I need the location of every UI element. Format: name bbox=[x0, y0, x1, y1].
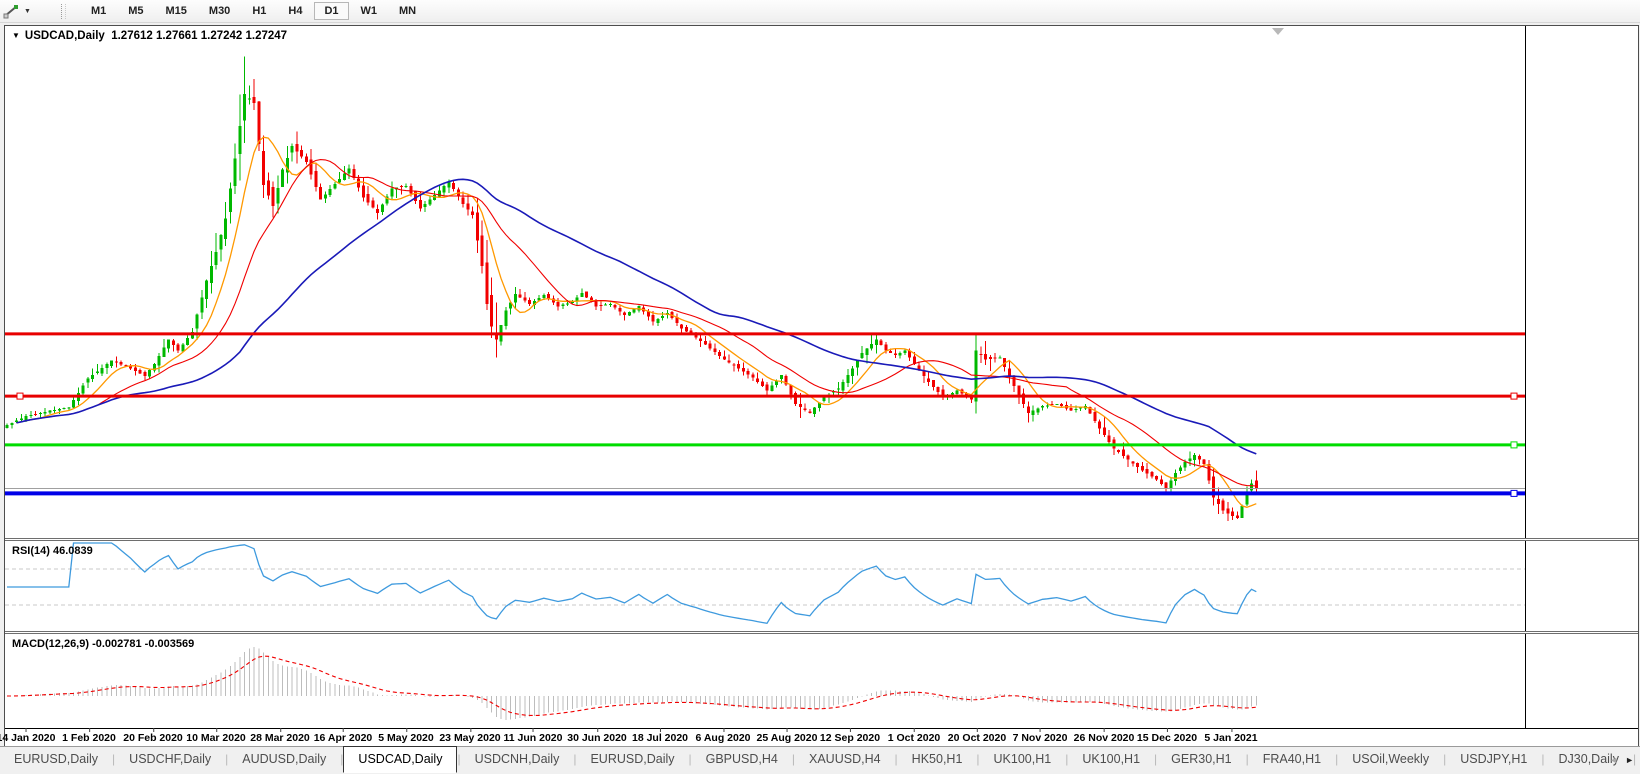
bottom-tab-usdchf-daily[interactable]: USDCHF,Daily bbox=[115, 747, 225, 773]
candles bbox=[6, 57, 1258, 521]
bottom-tab-eurusd-daily[interactable]: EURUSD,Daily bbox=[0, 747, 112, 773]
panel-resize-separator[interactable] bbox=[5, 538, 1638, 541]
date-label: 11 Jun 2020 bbox=[504, 732, 563, 744]
date-axis: 14 Jan 20201 Feb 202020 Feb 202010 Mar 2… bbox=[5, 728, 1638, 746]
date-label: 7 Nov 2020 bbox=[1013, 732, 1068, 744]
main-chart-canvas[interactable] bbox=[5, 26, 1525, 538]
macd-signal-line bbox=[7, 656, 1256, 715]
macd-panel-canvas[interactable] bbox=[5, 634, 1525, 728]
bottom-tab-usdcad-daily[interactable]: USDCAD,Daily bbox=[343, 746, 457, 773]
line-handle bbox=[1511, 442, 1517, 448]
bottom-tab-audusd-daily[interactable]: AUDUSD,Daily bbox=[228, 747, 340, 773]
bottom-tab-usdjpy-h1[interactable]: USDJPY,H1 bbox=[1446, 747, 1541, 773]
bottom-tab-uk100-h1[interactable]: UK100,H1 bbox=[980, 747, 1066, 773]
price-axis: 1.472001.457601.443601.429201.415201.400… bbox=[1525, 26, 1638, 746]
bottom-tab-hk50-h1[interactable]: HK50,H1 bbox=[898, 747, 977, 773]
timeframe-button-mn[interactable]: MN bbox=[389, 2, 426, 20]
rsi-indicator-label: RSI(14) 46.0839 bbox=[12, 545, 93, 557]
date-label: 16 Apr 2020 bbox=[314, 732, 373, 744]
chart-title: ▼ USDCAD,Daily 1.27612 1.27661 1.27242 1.… bbox=[12, 30, 287, 42]
bottom-tab-usoil-weekly[interactable]: USOil,Weekly bbox=[1338, 747, 1443, 773]
date-label: 30 Jun 2020 bbox=[567, 732, 627, 744]
line-handle bbox=[1511, 490, 1517, 496]
moving-average-20 bbox=[17, 160, 1257, 486]
date-label: 12 Sep 2020 bbox=[820, 732, 880, 744]
horizontal-line-1.31405[interactable] bbox=[5, 393, 1525, 399]
bottom-tab-gbpusd-h4[interactable]: GBPUSD,H4 bbox=[692, 747, 792, 773]
tab-scroll-arrows: ◄► bbox=[1609, 747, 1634, 774]
date-label: 15 Dec 2020 bbox=[1137, 732, 1197, 744]
date-label: 26 Nov 2020 bbox=[1074, 732, 1135, 744]
collapse-triangle-icon[interactable]: ▼ bbox=[12, 31, 20, 40]
chart-shift-marker-icon bbox=[1272, 28, 1284, 35]
rsi-line bbox=[7, 543, 1256, 623]
horizontal-line-1.27027[interactable] bbox=[5, 490, 1525, 496]
date-label: 5 May 2020 bbox=[378, 732, 433, 744]
timeframe-button-m30[interactable]: M30 bbox=[199, 2, 240, 20]
horizontal-line-1.29208[interactable] bbox=[5, 442, 1525, 448]
bottom-tab-uk100-h1[interactable]: UK100,H1 bbox=[1068, 747, 1154, 773]
chart-window: ▼ USDCAD,Daily 1.27612 1.27661 1.27242 1.… bbox=[4, 25, 1639, 746]
timeframe-button-w1[interactable]: W1 bbox=[351, 2, 388, 20]
trendline-tool-icon[interactable] bbox=[2, 3, 22, 20]
bottom-tab-ger30-h1[interactable]: GER30,H1 bbox=[1157, 747, 1245, 773]
panel-resize-separator[interactable] bbox=[5, 631, 1638, 634]
top-toolbar: ▼ M1M5M15M30H1H4D1W1MN bbox=[0, 0, 1640, 23]
date-label: 20 Oct 2020 bbox=[948, 732, 1006, 744]
timeframe-button-m1[interactable]: M1 bbox=[81, 2, 116, 20]
chart-symbol-label: USDCAD,Daily bbox=[25, 30, 105, 42]
timeframe-button-m15[interactable]: M15 bbox=[156, 2, 197, 20]
date-label: 18 Jul 2020 bbox=[632, 732, 688, 744]
date-label: 1 Oct 2020 bbox=[888, 732, 941, 744]
date-label: 5 Jan 2021 bbox=[1204, 732, 1257, 744]
timeframe-button-d1[interactable]: D1 bbox=[314, 2, 348, 20]
dropdown-caret-icon[interactable]: ▼ bbox=[24, 8, 31, 15]
moving-average-50 bbox=[17, 179, 1257, 454]
timeframe-buttons: M1M5M15M30H1H4D1W1MN bbox=[80, 2, 427, 20]
bottom-tab-xauusd-h4[interactable]: XAUUSD,H4 bbox=[795, 747, 895, 773]
bottom-tab-fra40-h1[interactable]: FRA40,H1 bbox=[1249, 747, 1335, 773]
bottom-tab-china300-h1[interactable]: CHINA300,H1 bbox=[1636, 747, 1640, 773]
date-label: 14 Jan 2020 bbox=[0, 732, 55, 744]
date-label: 25 Aug 2020 bbox=[757, 732, 818, 744]
bottom-tab-usdcnh-daily[interactable]: USDCNH,Daily bbox=[461, 747, 574, 773]
line-handle bbox=[17, 393, 23, 399]
timeframe-button-h1[interactable]: H1 bbox=[242, 2, 276, 20]
line-handle bbox=[1511, 393, 1517, 399]
macd-histogram bbox=[7, 647, 1256, 720]
timeframe-button-m5[interactable]: M5 bbox=[118, 2, 153, 20]
date-label: 10 Mar 2020 bbox=[186, 732, 246, 744]
tab-scroll-right-icon[interactable]: ► bbox=[1625, 747, 1634, 774]
toolbar-grip[interactable] bbox=[61, 4, 66, 19]
bottom-tab-eurusd-daily[interactable]: EURUSD,Daily bbox=[576, 747, 688, 773]
date-label: 6 Aug 2020 bbox=[695, 732, 750, 744]
date-label: 28 Mar 2020 bbox=[250, 732, 310, 744]
date-label: 20 Feb 2020 bbox=[123, 732, 183, 744]
chart-tab-bar: EURUSD,Daily|USDCHF,Daily|AUDUSD,Daily|U… bbox=[0, 746, 1640, 773]
moving-average-8 bbox=[17, 137, 1257, 507]
timeframe-button-h4[interactable]: H4 bbox=[278, 2, 312, 20]
date-label: 23 May 2020 bbox=[439, 732, 500, 744]
tab-scroll-left-icon[interactable]: ◄ bbox=[1609, 747, 1618, 774]
macd-indicator-label: MACD(12,26,9) -0.002781 -0.003569 bbox=[12, 638, 194, 650]
rsi-panel-canvas[interactable] bbox=[5, 541, 1525, 631]
date-label: 1 Feb 2020 bbox=[62, 732, 116, 744]
chart-ohlc-values: 1.27612 1.27661 1.27242 1.27247 bbox=[111, 30, 287, 42]
